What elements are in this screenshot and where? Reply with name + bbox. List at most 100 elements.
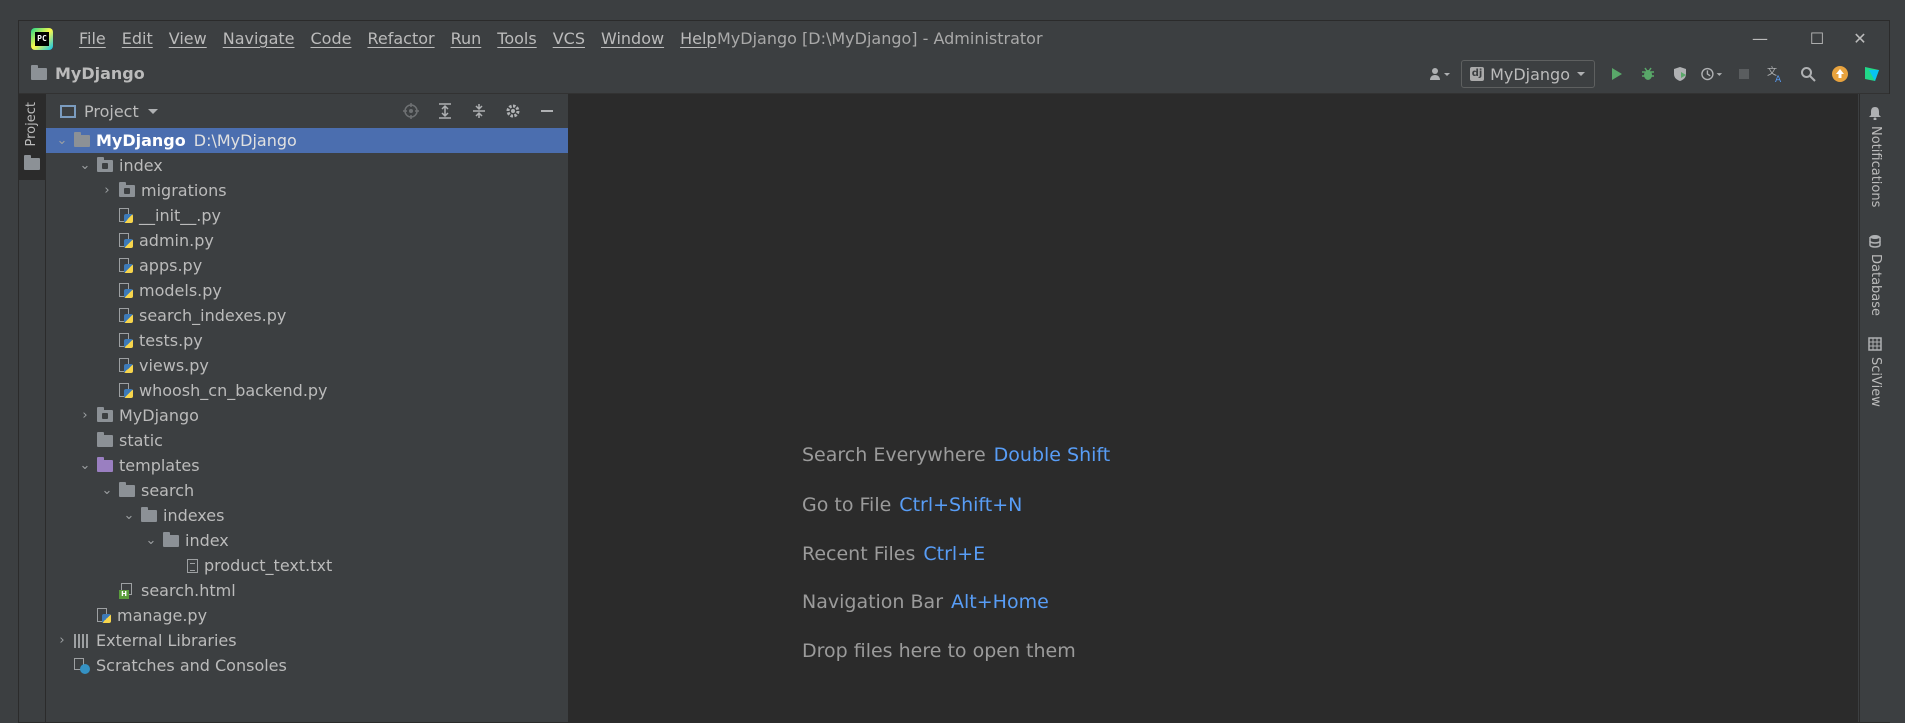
title-bar: PC File Edit View Navigate Code Refactor… [19, 21, 1889, 55]
text-file-icon [187, 558, 198, 573]
hide-panel-button[interactable] [536, 100, 558, 122]
chevron-down-icon[interactable]: ⌄ [143, 533, 159, 548]
select-opened-file-button[interactable] [400, 100, 422, 122]
updates-button[interactable] [1829, 63, 1851, 85]
settings-button[interactable] [502, 100, 524, 122]
tree-node-label: index [119, 156, 163, 175]
close-button[interactable]: ✕ [1832, 21, 1888, 55]
debug-button[interactable] [1637, 63, 1659, 85]
tree-node-file[interactable]: admin.py [46, 228, 568, 253]
menu-code[interactable]: Code [303, 29, 360, 48]
gear-icon [506, 104, 520, 118]
project-tool-label: Project [24, 102, 39, 147]
tree-node-file[interactable]: views.py [46, 353, 568, 378]
menu-run[interactable]: Run [443, 29, 490, 48]
tree-node-file[interactable]: models.py [46, 278, 568, 303]
tree-node-label: Scratches and Consoles [96, 656, 287, 675]
run-button[interactable] [1605, 63, 1627, 85]
menu-window[interactable]: Window [593, 29, 672, 48]
menu-vcs[interactable]: VCS [545, 29, 593, 48]
chevron-down-icon[interactable]: ⌄ [77, 458, 93, 473]
menu-tools[interactable]: Tools [489, 29, 544, 48]
hint-shortcut: Alt+Home [951, 591, 1049, 613]
chevron-right-icon[interactable]: › [77, 408, 93, 423]
project-tool-button[interactable]: Project [19, 94, 45, 180]
tree-node-mydjango-package[interactable]: › MyDjango [46, 403, 568, 428]
tree-node-label: __init__.py [139, 206, 222, 225]
collapse-all-button[interactable] [468, 100, 490, 122]
tree-node-label: search [141, 481, 195, 500]
python-file-icon [119, 257, 133, 274]
chevron-down-icon[interactable]: ⌄ [77, 158, 93, 173]
tree-node-root[interactable]: ⌄ MyDjango D:\MyDjango [46, 128, 568, 153]
hint-label: Drop files here to open them [802, 640, 1076, 662]
templates-folder-icon [97, 456, 113, 472]
project-tree: ⌄ MyDjango D:\MyDjango ⌄ index › migrati… [46, 128, 568, 678]
scratches-icon [74, 657, 90, 674]
hint-label: Go to File [802, 494, 892, 516]
tree-node-label: static [119, 431, 163, 450]
tree-node-indexes[interactable]: ⌄ indexes [46, 503, 568, 528]
folder-icon [31, 64, 47, 80]
tree-node-file[interactable]: __init__.py [46, 203, 568, 228]
tree-node-scratches[interactable]: Scratches and Consoles [46, 653, 568, 678]
tree-node-file[interactable]: search_indexes.py [46, 303, 568, 328]
expand-all-button[interactable] [434, 100, 456, 122]
tree-node-file[interactable]: search.html [46, 578, 568, 603]
tree-node-file[interactable]: whoosh_cn_backend.py [46, 378, 568, 403]
tree-node-file[interactable]: product_text.txt [46, 553, 568, 578]
profile-button[interactable] [1701, 63, 1723, 85]
tree-node-file[interactable]: tests.py [46, 328, 568, 353]
coverage-button[interactable] [1669, 63, 1691, 85]
chevron-right-icon[interactable]: › [99, 183, 115, 198]
menu-refactor[interactable]: Refactor [359, 29, 442, 48]
update-arrow-icon [1832, 66, 1848, 82]
menu-bar: File Edit View Navigate Code Refactor Ru… [71, 21, 725, 55]
python-file-icon [119, 207, 133, 224]
tree-node-label: indexes [163, 506, 225, 525]
tree-node-static[interactable]: static [46, 428, 568, 453]
ide-features-button[interactable] [1861, 63, 1883, 85]
tree-node-index-nested[interactable]: ⌄ index [46, 528, 568, 553]
editor-area[interactable]: Search Everywhere Double Shift Go to File… [569, 94, 1858, 722]
project-view-selector[interactable]: Project [60, 102, 159, 121]
tree-node-templates[interactable]: ⌄ templates [46, 453, 568, 478]
breadcrumb-project[interactable]: MyDjango [55, 64, 145, 83]
python-file-icon [119, 332, 133, 349]
minimize-panel-icon [541, 110, 553, 112]
tree-node-file[interactable]: apps.py [46, 253, 568, 278]
notifications-label: Notifications [1868, 126, 1883, 208]
target-icon [403, 103, 419, 119]
menu-edit[interactable]: Edit [114, 29, 161, 48]
chevron-down-icon [1577, 72, 1585, 76]
folder-icon [74, 131, 90, 147]
breadcrumb[interactable]: MyDjango [31, 64, 145, 83]
tree-node-external-libraries[interactable]: › External Libraries [46, 628, 568, 653]
expand-all-icon [439, 103, 451, 119]
chevron-down-icon[interactable]: ⌄ [121, 508, 137, 523]
hint-go-to-file: Go to File Ctrl+Shift+N [802, 494, 1022, 516]
tree-node-file[interactable]: manage.py [46, 603, 568, 628]
translate-button[interactable]: 文A [1765, 63, 1787, 85]
tree-node-migrations[interactable]: › migrations [46, 178, 568, 203]
hint-search-everywhere: Search Everywhere Double Shift [802, 444, 1110, 466]
bug-icon [1642, 67, 1654, 80]
shield-run-icon [1674, 67, 1686, 81]
close-icon: ✕ [1853, 28, 1867, 48]
menu-file[interactable]: File [71, 29, 114, 48]
search-everywhere-button[interactable] [1797, 63, 1819, 85]
tree-node-label: views.py [139, 356, 209, 375]
tree-node-label: tests.py [139, 331, 203, 350]
menu-navigate[interactable]: Navigate [215, 29, 303, 48]
menu-view[interactable]: View [161, 29, 215, 48]
folder-icon [141, 506, 157, 522]
chevron-right-icon[interactable]: › [54, 633, 70, 648]
user-account-button[interactable] [1429, 63, 1451, 85]
chevron-down-icon[interactable]: ⌄ [99, 483, 115, 498]
project-folder-icon [24, 155, 40, 170]
tree-node-index[interactable]: ⌄ index [46, 153, 568, 178]
run-configuration-dropdown[interactable]: dj MyDjango [1461, 60, 1595, 88]
minimize-button[interactable]: — [1732, 21, 1788, 55]
tree-node-search[interactable]: ⌄ search [46, 478, 568, 503]
chevron-down-icon[interactable]: ⌄ [54, 133, 70, 148]
